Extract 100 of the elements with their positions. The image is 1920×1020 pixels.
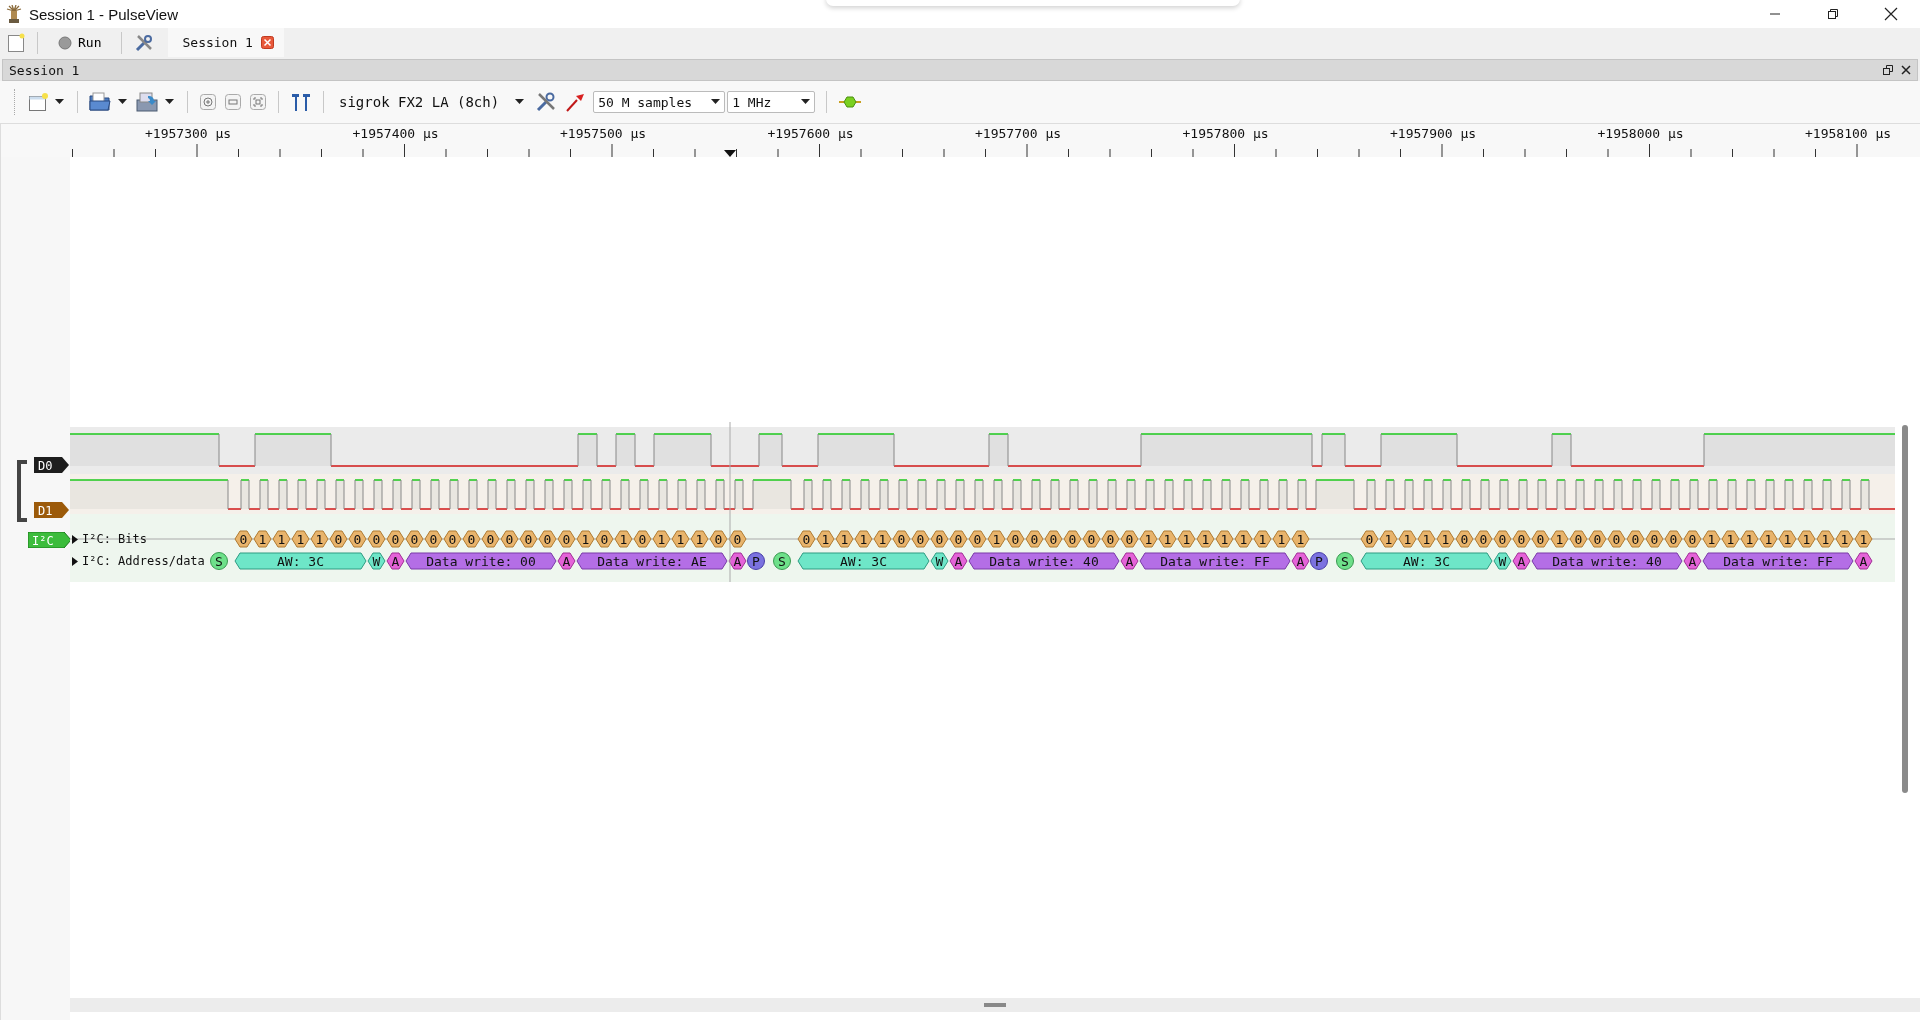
bit-label: 1 [1702,530,1721,548]
bit-label: 1 [1291,530,1310,548]
bit-label: 0 [1607,530,1626,548]
bit-label: 0 [1082,530,1101,548]
device-selector[interactable]: sigrok FX2 LA (8ch) [335,94,529,110]
annotation-label: A [1683,552,1702,570]
annotation-label: W [930,552,949,570]
caret-icon[interactable] [165,99,174,105]
bit-label: 0 [1101,530,1120,548]
bit-label: 0 [462,530,481,548]
bit-label: 0 [1493,530,1512,548]
run-button[interactable]: Run [50,33,110,52]
sample-count-combobox[interactable]: 50 M samples [593,91,726,113]
restore-icon [1827,8,1839,20]
bit-label: 0 [1683,530,1702,548]
folder-icon[interactable] [89,92,111,112]
caret-icon[interactable] [118,99,127,105]
bit-label: 1 [1234,530,1253,548]
bit-label: 0 [911,530,930,548]
bit-label: 1 [1436,530,1455,548]
time-label: +1957900 μs [1390,126,1477,141]
time-label: +1957500 μs [560,126,647,141]
session-tab[interactable]: Session 1 [168,28,284,57]
bit-label: 0 [1360,530,1379,548]
bit-label: 0 [968,530,987,548]
bit-label: 1 [614,530,633,548]
bit-label: 1 [873,530,892,548]
new-document-icon[interactable] [28,92,48,112]
bit-label: 0 [329,530,348,548]
bit-label: 1 [1778,530,1797,548]
annotation-label: Data write: 00 [405,552,557,570]
bit-label: 0 [1063,530,1082,548]
float-icon[interactable] [1883,65,1893,75]
time-label: +1957400 μs [352,126,439,141]
probe-icon[interactable] [564,91,587,113]
caret-icon[interactable] [55,99,64,105]
annotation-label: Data write: 40 [968,552,1120,570]
bit-label: 0 [500,530,519,548]
time-label: +1957300 μs [145,126,232,141]
bit-label: 1 [1854,530,1873,548]
record-icon [58,35,72,50]
session-title: Session 1 [9,62,80,78]
bit-label: 0 [538,530,557,548]
bit-label: 0 [1120,530,1139,548]
annotation-label: P [747,552,765,570]
decoder-icon[interactable] [838,95,863,109]
bit-label: 1 [1253,530,1272,548]
time-label: +1957600 μs [767,126,854,141]
cursors-icon[interactable] [290,92,312,112]
bit-label: 1 [987,530,1006,548]
expand-arrow-icon[interactable] [72,556,78,566]
expand-arrow-icon[interactable] [72,534,78,544]
annotation-label: A [728,552,747,570]
bit-label: 1 [1550,530,1569,548]
bit-label: 1 [310,530,329,548]
bit-label: 1 [1196,530,1215,548]
annotation-label: A [1120,552,1139,570]
bit-label: 0 [1025,530,1044,548]
save-icon[interactable] [136,92,158,112]
sample-rate-combobox[interactable]: 1 MHz [727,91,816,113]
bit-label: 1 [1158,530,1177,548]
bit-label: 0 [949,530,968,548]
caret-icon [515,99,525,105]
settings-icon[interactable] [134,32,155,53]
bit-label: 0 [424,530,443,548]
time-label: +1957700 μs [975,126,1062,141]
zoom-fit-icon[interactable] [249,93,267,111]
bit-label: 0 [1455,530,1474,548]
bit-label: 1 [1177,530,1196,548]
bit-label: 0 [892,530,911,548]
bit-label: 0 [728,530,747,548]
bit-label: 1 [1797,530,1816,548]
annotation-label: A [1512,552,1531,570]
vertical-scrollbar[interactable] [1902,425,1908,793]
bit-label: 1 [690,530,709,548]
annotation-label: A [949,552,968,570]
close-icon[interactable] [1901,65,1911,75]
zoom-in-icon[interactable] [199,93,217,111]
bit-label: 0 [930,530,949,548]
bit-label: 1 [1379,530,1398,548]
bit-label: 1 [1721,530,1740,548]
bit-label: 0 [1569,530,1588,548]
bit-label: 0 [1531,530,1550,548]
bit-label: 1 [253,530,272,548]
bit-label: 0 [595,530,614,548]
horizontal-scrollbar[interactable] [70,998,1920,1012]
time-label: +1957800 μs [1182,126,1269,141]
annotation-label: A [557,552,576,570]
close-icon [1884,7,1898,21]
bit-label: 1 [671,530,690,548]
bit-label: 0 [709,530,728,548]
bit-label: 1 [1272,530,1291,548]
bit-label: 0 [234,530,253,548]
bit-label: 0 [1512,530,1531,548]
new-session-icon[interactable] [7,32,25,53]
bit-label: 1 [1816,530,1835,548]
close-icon[interactable] [260,36,274,49]
annotation-label: Data write: FF [1702,552,1854,570]
bit-label: 0 [367,530,386,548]
bit-label: 1 [1215,530,1234,548]
